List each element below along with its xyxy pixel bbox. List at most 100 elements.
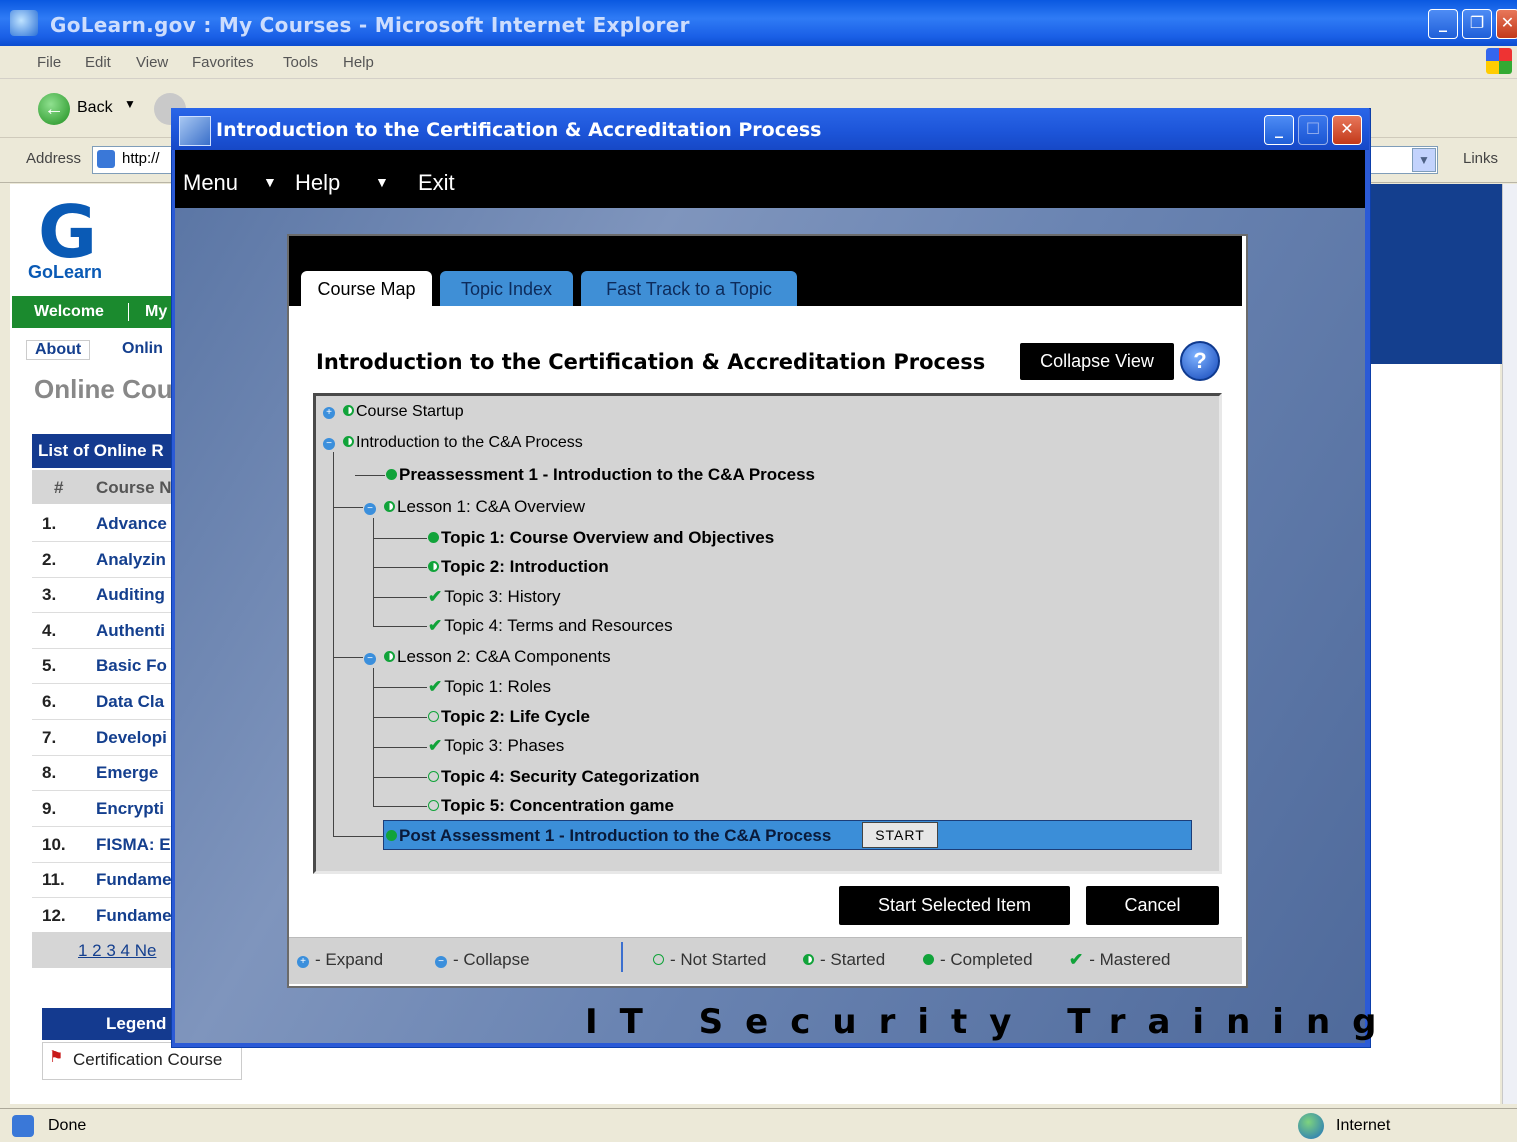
status-legend-bar: + - Expand − - Collapse - Not Started - St…: [289, 937, 1242, 984]
tree-item-post-assessment[interactable]: Post Assessment 1 - Introduction to the …: [386, 826, 831, 846]
started-status-icon: [803, 954, 814, 965]
collapse-icon[interactable]: −: [364, 653, 376, 665]
course-link[interactable]: Basic Fo: [96, 656, 182, 676]
table-row[interactable]: 2. Analyzin: [32, 542, 182, 578]
row-number: 7.: [42, 728, 57, 747]
collapse-view-button[interactable]: Collapse View: [1020, 343, 1174, 380]
tree-item-preassessment[interactable]: Preassessment 1 - Introduction to the C&…: [386, 465, 815, 485]
tree-item-l2-topic-1[interactable]: ✔ Topic 1: Roles: [428, 677, 551, 697]
address-dropdown-icon[interactable]: ▼: [1412, 148, 1436, 172]
start-button[interactable]: START: [862, 822, 938, 848]
tree-line: [373, 687, 427, 688]
tree-item-intro-process[interactable]: − Introduction to the C&A Process: [323, 434, 583, 452]
golearn-logo[interactable]: G GoLearn: [26, 196, 126, 292]
tree-item-l1-topic-1[interactable]: Topic 1: Course Overview and Objectives: [428, 528, 774, 548]
tree-item-l2-topic-3[interactable]: ✔ Topic 3: Phases: [428, 736, 564, 756]
menu-course-menu[interactable]: Menu: [183, 170, 238, 196]
back-button-label[interactable]: Back: [77, 99, 113, 117]
menu-tools[interactable]: Tools: [283, 54, 318, 71]
table-row[interactable]: 6. Data Cla: [32, 684, 182, 720]
nav-welcome[interactable]: Welcome: [34, 303, 104, 321]
course-link[interactable]: Advance: [96, 514, 182, 534]
course-link[interactable]: Analyzin: [96, 550, 182, 570]
course-link[interactable]: Fundame: [96, 906, 182, 926]
subnav-about[interactable]: About: [26, 340, 91, 360]
table-row[interactable]: 1. Advance: [32, 506, 182, 542]
menu-edit[interactable]: Edit: [85, 54, 111, 71]
legend-mastered-label: - Mastered: [1089, 950, 1171, 969]
tree-item-lesson-2[interactable]: − Lesson 2: C&A Components: [364, 647, 611, 667]
tab-course-map[interactable]: Course Map: [301, 271, 432, 306]
tree-item-lesson-1[interactable]: − Lesson 1: C&A Overview: [364, 497, 585, 517]
pager-links[interactable]: 1 2 3 4 Ne: [78, 941, 156, 961]
golearn-page-heading: Online Cou: [34, 374, 173, 404]
restore-icon[interactable]: ❐: [1462, 9, 1492, 39]
tab-fast-track[interactable]: Fast Track to a Topic: [581, 271, 797, 306]
course-link[interactable]: Fundame: [96, 870, 182, 890]
back-dropdown-icon[interactable]: ▼: [124, 97, 136, 111]
tree-item-l2-topic-4[interactable]: Topic 4: Security Categorization: [428, 767, 700, 787]
row-number: 12.: [42, 906, 66, 925]
tree-item-l2-topic-2[interactable]: Topic 2: Life Cycle: [428, 707, 590, 727]
tab-topic-index[interactable]: Topic Index: [440, 271, 573, 306]
table-row[interactable]: 10. FISMA: E: [32, 827, 182, 863]
tree-item-l2-topic-5[interactable]: Topic 5: Concentration game: [428, 796, 674, 816]
back-arrow-icon[interactable]: ←: [38, 93, 70, 125]
menu-favorites[interactable]: Favorites: [192, 54, 254, 71]
tree-item-l1-topic-2[interactable]: Topic 2: Introduction: [428, 557, 609, 577]
menu-dropdown-icon[interactable]: ▼: [263, 174, 277, 190]
course-link[interactable]: Developi: [96, 728, 182, 748]
course-link[interactable]: FISMA: E: [96, 835, 182, 855]
table-row[interactable]: 9. Encrypti: [32, 791, 182, 827]
course-link[interactable]: Emerge: [96, 763, 182, 783]
menu-help[interactable]: Help: [343, 54, 374, 71]
close-icon[interactable]: ✕: [1496, 9, 1517, 39]
help-dropdown-icon[interactable]: ▼: [375, 174, 389, 190]
menu-file[interactable]: File: [37, 54, 61, 71]
collapse-icon[interactable]: −: [323, 438, 335, 450]
table-row[interactable]: 5. Basic Fo: [32, 648, 182, 684]
tree-item-l1-topic-4[interactable]: ✔ Topic 4: Terms and Resources: [428, 616, 673, 636]
course-link[interactable]: Authenti: [96, 621, 182, 641]
page-scrollbar[interactable]: [1502, 184, 1517, 1104]
table-row[interactable]: 12. Fundame: [32, 898, 182, 934]
status-text: Done: [48, 1117, 87, 1134]
cancel-button[interactable]: Cancel: [1086, 886, 1219, 925]
subnav-online[interactable]: Onlin: [122, 340, 163, 358]
help-icon[interactable]: ?: [1180, 341, 1220, 381]
course-window-title-bar: Introduction to the Certification & Accr…: [171, 108, 1369, 150]
close-icon[interactable]: ✕: [1332, 115, 1362, 145]
tree-item-label: Topic 3: Phases: [444, 736, 565, 755]
table-row[interactable]: 8. Emerge: [32, 755, 182, 791]
address-value[interactable]: http://: [122, 150, 160, 167]
started-status-icon: [428, 561, 439, 572]
table-row[interactable]: 11. Fundame: [32, 862, 182, 898]
expand-icon[interactable]: +: [323, 407, 335, 419]
course-list-pager: 1 2 3 4 Ne: [32, 932, 182, 968]
nav-my[interactable]: My: [128, 303, 167, 321]
row-number: 2.: [42, 550, 57, 569]
table-row[interactable]: 7. Developi: [32, 720, 182, 756]
tree-item-l1-topic-3[interactable]: ✔ Topic 3: History: [428, 587, 560, 607]
table-row[interactable]: 3. Auditing: [32, 577, 182, 613]
course-link[interactable]: Data Cla: [96, 692, 182, 712]
course-link[interactable]: Auditing: [96, 585, 182, 605]
course-link[interactable]: Encrypti: [96, 799, 182, 819]
menu-view[interactable]: View: [136, 54, 168, 71]
tree-item-label: Topic 2: Introduction: [441, 557, 609, 576]
start-selected-item-button[interactable]: Start Selected Item: [839, 886, 1070, 925]
row-number: 9.: [42, 799, 57, 818]
links-label[interactable]: Links: [1463, 150, 1498, 167]
menu-course-exit[interactable]: Exit: [418, 170, 455, 196]
menu-course-help[interactable]: Help: [295, 170, 340, 196]
legend-item-label: Certification Course: [73, 1050, 223, 1069]
column-number: #: [54, 478, 64, 497]
collapse-icon[interactable]: −: [364, 503, 376, 515]
legend-not-started: - Not Started: [653, 950, 766, 970]
minimize-icon[interactable]: _: [1428, 9, 1458, 39]
minimize-icon[interactable]: _: [1264, 115, 1294, 145]
tree-item-course-startup[interactable]: + Course Startup: [323, 403, 464, 421]
tree-line: [373, 806, 427, 807]
table-row[interactable]: 4. Authenti: [32, 613, 182, 649]
address-label: Address: [26, 150, 82, 167]
